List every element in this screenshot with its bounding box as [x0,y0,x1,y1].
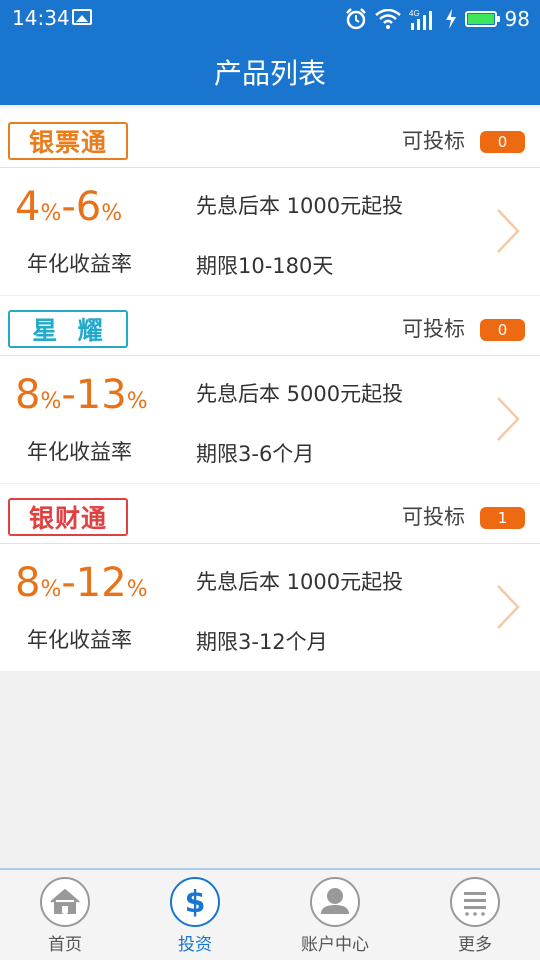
alarm-icon [345,8,366,30]
rate-dash: - [61,560,76,606]
tab-label: 首页 [48,935,82,955]
tab-home[interactable]: 首页 [0,876,130,960]
status-icons: 4G 98 [345,5,530,33]
rate-max-percent: % [126,577,148,602]
rate-label: 年化收益率 [27,628,132,652]
product-card-yinpiaotong[interactable]: 银票通 可投标 0 4%-6% 年化收益率 先息后本 1000元起投 期限10-… [0,108,540,295]
term: 期限3-6个月 [196,442,315,466]
rate-min: 4 [15,184,41,230]
home-icon [40,877,90,927]
rate-max-percent: % [126,389,148,414]
rate-range: 8%-13% [15,372,148,418]
status-bar: 14:34 4G 98 [0,0,540,38]
term: 期限3-12个月 [196,630,328,654]
chevron-right-icon[interactable] [496,396,520,442]
network-type: 4G [409,9,420,18]
tab-invest[interactable]: $ 投资 [130,876,260,960]
product-name-tag: 银票通 [8,122,128,160]
svg-text:$: $ [185,885,206,920]
product-name-tag: 星 耀 [8,310,128,348]
rate-label: 年化收益率 [27,440,132,464]
page-title: 产品列表 [213,56,326,90]
repay-and-minimum: 先息后本 1000元起投 [196,570,404,594]
more-icon [450,877,500,927]
rate-max: 6 [75,184,102,230]
tab-more[interactable]: 更多 [410,876,540,960]
tab-label: 账户中心 [301,935,369,955]
rate-dash: - [61,184,76,230]
rate-range: 4%-6% [15,184,122,230]
tab-label: 投资 [178,935,212,955]
repay-and-minimum: 先息后本 5000元起投 [196,382,404,406]
wifi-icon [374,9,401,29]
product-card-header: 银票通 可投标 0 [0,108,540,168]
tab-account-center[interactable]: 账户中心 [270,876,400,960]
rate-min-percent: % [40,201,62,226]
product-card-header: 银财通 可投标 1 [0,484,540,544]
chevron-right-icon[interactable] [496,584,520,630]
battery-level: 98 [504,7,530,31]
product-card-header: 星 耀 可投标 0 [0,296,540,356]
chevron-right-icon[interactable] [496,208,520,254]
rate-range: 8%-12% [15,560,148,606]
rate-max-percent: % [101,201,123,226]
user-icon [310,877,360,927]
available-label: 可投标 [402,129,465,153]
battery-icon [464,11,500,27]
tab-label: 更多 [458,935,492,955]
product-card-body[interactable]: 4%-6% 年化收益率 先息后本 1000元起投 期限10-180天 [0,168,540,295]
rate-min-percent: % [40,389,62,414]
rate-min: 8 [15,560,41,606]
rate-max: 13 [75,372,127,418]
product-name-tag: 银财通 [8,498,128,536]
rate-min-percent: % [40,577,62,602]
rate-dash: - [61,372,76,418]
product-card-body[interactable]: 8%-13% 年化收益率 先息后本 5000元起投 期限3-6个月 [0,356,540,483]
repay-and-minimum: 先息后本 1000元起投 [196,194,404,218]
available-label: 可投标 [402,505,465,529]
available-count-badge: 0 [480,319,525,341]
rate-label: 年化收益率 [27,252,132,276]
status-time: 14:34 [12,6,70,30]
rate-max: 12 [75,560,127,606]
rate-min: 8 [15,372,41,418]
charging-icon [445,9,456,29]
signal-icon: 4G [409,9,432,30]
term: 期限10-180天 [196,254,334,278]
product-card-xingyao[interactable]: 星 耀 可投标 0 8%-13% 年化收益率 先息后本 5000元起投 期限3-… [0,296,540,483]
dollar-icon: $ [170,877,220,927]
title-bar: 产品列表 [0,38,540,105]
product-card-body[interactable]: 8%-12% 年化收益率 先息后本 1000元起投 期限3-12个月 [0,544,540,671]
available-count-badge: 1 [480,507,525,529]
available-count-badge: 0 [480,131,525,153]
bottom-tab-bar: 首页 $ 投资 账户中心 更多 [0,868,540,960]
image-notification-icon [72,9,92,25]
product-card-yincaitong[interactable]: 银财通 可投标 1 8%-12% 年化收益率 先息后本 1000元起投 期限3-… [0,484,540,671]
available-label: 可投标 [402,317,465,341]
